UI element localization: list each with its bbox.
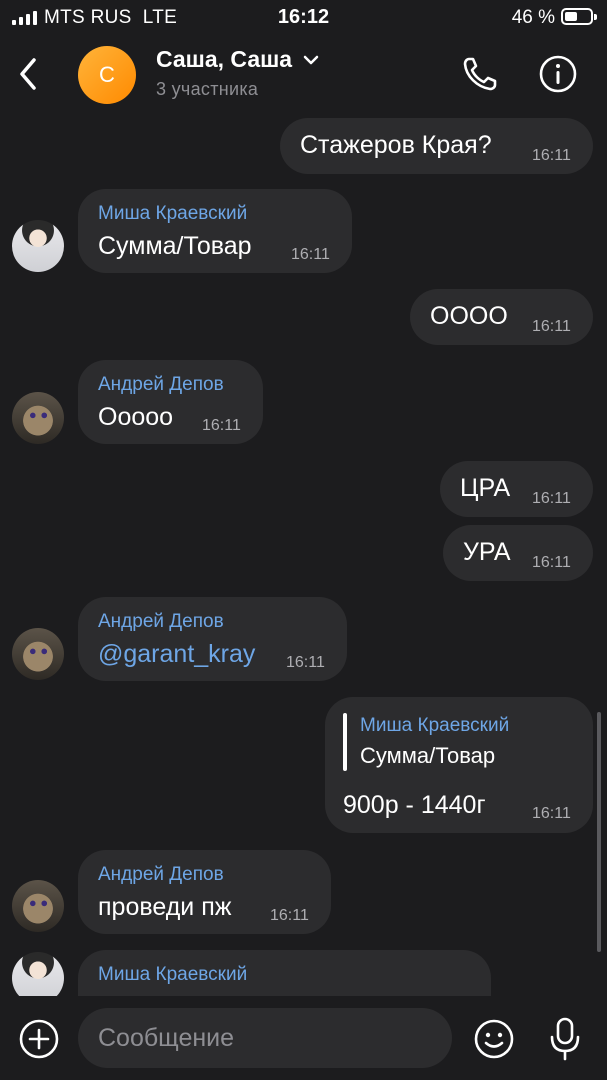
composer-bar	[0, 996, 607, 1080]
sender-name[interactable]: Андрей Депов	[98, 611, 224, 633]
message-time: 16:11	[202, 417, 241, 434]
message-text: Ооооо	[98, 403, 174, 431]
message-time: 16:11	[291, 246, 330, 263]
status-bar: MTS RUS LTE 16:12 46 %	[0, 0, 607, 34]
incoming-message[interactable]: Андрей Депов проведи пж 16:11	[78, 850, 331, 934]
message-text: ОООО	[430, 302, 508, 330]
phone-icon	[463, 57, 497, 91]
message-list[interactable]: Стажеров Края? 16:11 Миша Краевский Сумм…	[0, 116, 607, 996]
info-icon	[539, 55, 577, 93]
incoming-message[interactable]: Андрей Депов @garant_kray 16:11	[78, 597, 347, 681]
avatar[interactable]	[12, 628, 64, 680]
chat-header: С Саша, Саша 3 участника	[0, 34, 607, 116]
plus-circle-icon	[19, 1019, 59, 1059]
sender-name[interactable]: Андрей Депов	[98, 374, 224, 396]
message-time: 16:11	[286, 654, 325, 671]
info-button[interactable]	[538, 54, 578, 94]
avatar[interactable]	[12, 392, 64, 444]
incoming-message[interactable]: Андрей Депов Ооооо 16:11	[78, 360, 263, 444]
message-time: 16:11	[532, 147, 571, 164]
participants-count: 3 участника	[156, 79, 259, 99]
message-text: Стажеров Края?	[300, 131, 492, 159]
incoming-message[interactable]: Миша Краевский Сумма/Товар 16:11	[78, 189, 352, 273]
chat-title-text: Саша, Саша	[156, 46, 293, 72]
back-button[interactable]	[14, 54, 44, 94]
message-time: 16:11	[532, 805, 571, 822]
chat-avatar[interactable]: С	[78, 46, 136, 104]
chevron-down-icon	[303, 55, 319, 64]
chat-title[interactable]: Саша, Саша	[156, 46, 320, 73]
outgoing-reply-message[interactable]: Миша Краевский Сумма/Товар 900р - 1440г …	[325, 697, 593, 833]
message-text: УРА	[463, 538, 511, 566]
quote-bar	[343, 713, 347, 771]
mention-link[interactable]: @garant_kray	[98, 640, 255, 669]
sender-name[interactable]: Андрей Депов	[98, 864, 224, 886]
microphone-icon	[550, 1017, 580, 1061]
message-text: 900р - 1440г	[343, 791, 486, 819]
outgoing-message[interactable]: УРА 16:11	[443, 525, 593, 581]
chevron-left-icon	[20, 58, 36, 90]
message-text: ЦРА	[460, 474, 511, 502]
message-text: проведи пж	[98, 893, 232, 921]
avatar[interactable]	[12, 880, 64, 932]
sender-name[interactable]: Миша Краевский	[98, 964, 247, 986]
message-input[interactable]	[78, 1008, 452, 1068]
avatar[interactable]	[12, 952, 64, 996]
microphone-button[interactable]	[547, 1016, 583, 1062]
outgoing-message[interactable]: ОООО 16:11	[410, 289, 593, 345]
quoted-text[interactable]: Сумма/Товар	[360, 743, 495, 769]
smiley-icon	[474, 1019, 514, 1059]
outgoing-message[interactable]: ЦРА 16:11	[440, 461, 593, 517]
sender-name[interactable]: Миша Краевский	[98, 203, 247, 225]
emoji-button[interactable]	[473, 1018, 515, 1060]
attach-button[interactable]	[18, 1018, 60, 1060]
message-time: 16:11	[532, 318, 571, 335]
quoted-sender[interactable]: Миша Краевский	[360, 715, 509, 737]
message-time: 16:11	[532, 490, 571, 507]
battery-percent: 46 %	[511, 7, 555, 28]
call-button[interactable]	[460, 54, 500, 94]
incoming-message[interactable]: Миша Краевский	[78, 950, 491, 996]
scrollbar[interactable]	[597, 712, 601, 952]
message-text: Сумма/Товар	[98, 232, 252, 260]
avatar[interactable]	[12, 220, 64, 272]
message-time: 16:11	[270, 907, 309, 924]
battery-icon	[561, 8, 597, 25]
message-time: 16:11	[532, 554, 571, 571]
outgoing-message[interactable]: Стажеров Края? 16:11	[280, 118, 593, 174]
